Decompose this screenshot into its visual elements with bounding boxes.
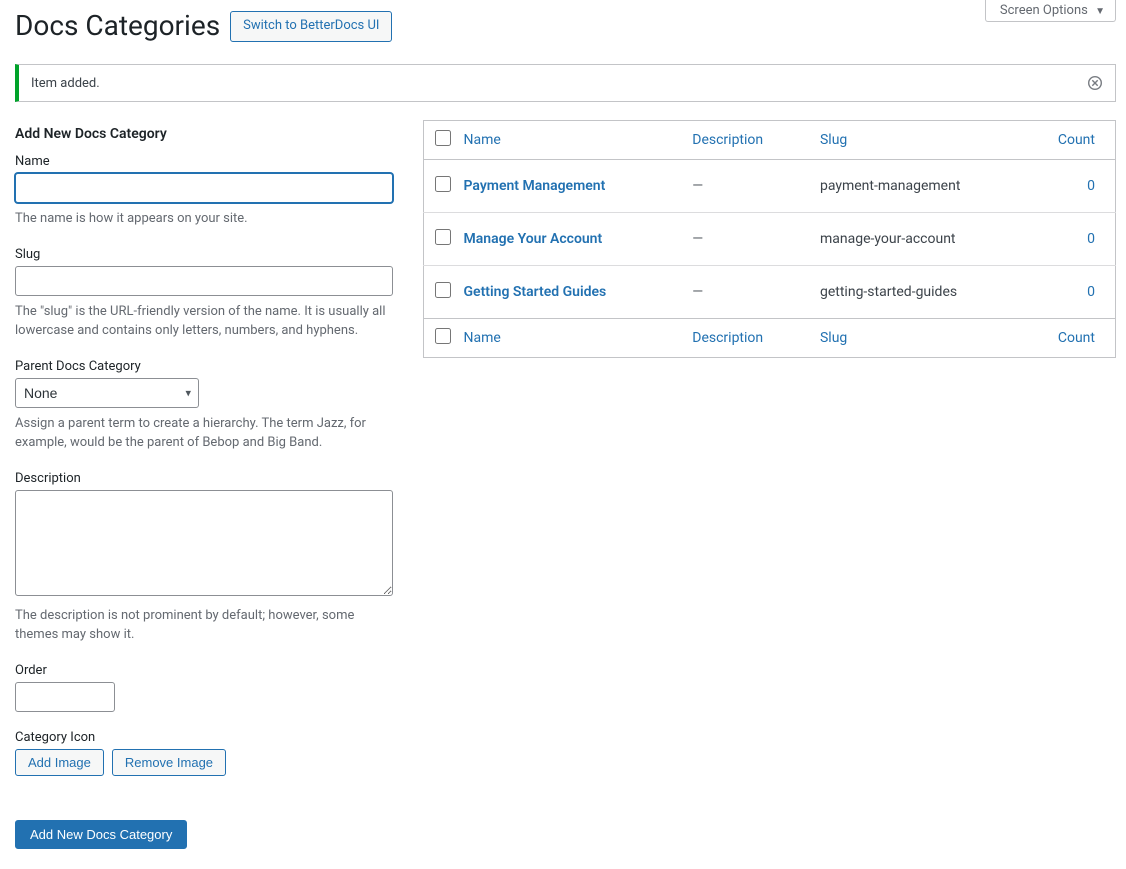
select-all-bottom-checkbox[interactable] bbox=[435, 328, 451, 344]
table-row: Getting Started Guides — getting-started… bbox=[424, 266, 1116, 319]
row-description: — bbox=[682, 213, 810, 266]
notice-success: Item added. bbox=[15, 64, 1116, 102]
field-icon: Category Icon Add Image Remove Image bbox=[15, 730, 393, 776]
row-description: — bbox=[682, 160, 810, 213]
screen-options-toggle[interactable]: Screen Options ▼ bbox=[985, 0, 1116, 22]
notice-text: Item added. bbox=[31, 76, 100, 91]
row-name-link[interactable]: Getting Started Guides bbox=[464, 284, 607, 300]
col-slug-header[interactable]: Slug bbox=[820, 132, 847, 148]
order-label: Order bbox=[15, 663, 393, 678]
col-name-footer[interactable]: Name bbox=[464, 330, 501, 346]
field-name: Name The name is how it appears on your … bbox=[15, 154, 393, 229]
page-title: Docs Categories bbox=[15, 8, 220, 44]
parent-label: Parent Docs Category bbox=[15, 359, 393, 374]
remove-image-button[interactable]: Remove Image bbox=[112, 749, 226, 776]
submit-button[interactable]: Add New Docs Category bbox=[15, 820, 187, 849]
field-parent: Parent Docs Category None ▾ Assign a par… bbox=[15, 359, 393, 453]
col-count-footer[interactable]: Count bbox=[1058, 330, 1095, 346]
col-description-header[interactable]: Description bbox=[692, 132, 763, 148]
select-all-top-checkbox[interactable] bbox=[435, 130, 451, 146]
field-order: Order bbox=[15, 663, 393, 712]
slug-label: Slug bbox=[15, 247, 393, 262]
order-input[interactable] bbox=[15, 682, 115, 712]
row-checkbox[interactable] bbox=[435, 282, 451, 298]
parent-select[interactable]: None bbox=[15, 378, 199, 408]
form-heading: Add New Docs Category bbox=[15, 126, 393, 142]
row-checkbox[interactable] bbox=[435, 229, 451, 245]
slug-help: The "slug" is the URL-friendly version o… bbox=[15, 302, 393, 341]
slug-input[interactable] bbox=[15, 266, 393, 296]
row-slug: getting-started-guides bbox=[810, 266, 1036, 319]
chevron-down-icon: ▼ bbox=[1095, 6, 1105, 17]
row-slug: payment-management bbox=[810, 160, 1036, 213]
field-description: Description The description is not promi… bbox=[15, 471, 393, 645]
row-name-link[interactable]: Payment Management bbox=[464, 178, 606, 194]
notice-dismiss-button[interactable] bbox=[1087, 75, 1103, 91]
screen-options-label: Screen Options bbox=[1000, 3, 1088, 18]
field-slug: Slug The "slug" is the URL-friendly vers… bbox=[15, 247, 393, 341]
col-count-header[interactable]: Count bbox=[1058, 132, 1095, 148]
parent-help: Assign a parent term to create a hierarc… bbox=[15, 414, 393, 453]
icon-label: Category Icon bbox=[15, 730, 393, 745]
name-help: The name is how it appears on your site. bbox=[15, 209, 393, 229]
name-label: Name bbox=[15, 154, 393, 169]
switch-ui-button[interactable]: Switch to BetterDocs UI bbox=[230, 11, 392, 42]
row-description: — bbox=[682, 266, 810, 319]
col-description-footer[interactable]: Description bbox=[692, 330, 763, 346]
description-textarea[interactable] bbox=[15, 490, 393, 596]
row-slug: manage-your-account bbox=[810, 213, 1036, 266]
description-label: Description bbox=[15, 471, 393, 486]
row-count-link[interactable]: 0 bbox=[1087, 231, 1095, 247]
close-icon bbox=[1088, 76, 1102, 90]
row-checkbox[interactable] bbox=[435, 176, 451, 192]
row-count-link[interactable]: 0 bbox=[1087, 284, 1095, 300]
add-image-button[interactable]: Add Image bbox=[15, 749, 104, 776]
description-help: The description is not prominent by defa… bbox=[15, 606, 393, 645]
table-row: Manage Your Account — manage-your-accoun… bbox=[424, 213, 1116, 266]
categories-table: Name Description Slug Count Payment Mana… bbox=[423, 120, 1116, 358]
col-name-header[interactable]: Name bbox=[464, 132, 501, 148]
row-name-link[interactable]: Manage Your Account bbox=[464, 231, 603, 247]
row-count-link[interactable]: 0 bbox=[1087, 178, 1095, 194]
col-slug-footer[interactable]: Slug bbox=[820, 330, 847, 346]
name-input[interactable] bbox=[15, 173, 393, 203]
table-row: Payment Management — payment-management … bbox=[424, 160, 1116, 213]
